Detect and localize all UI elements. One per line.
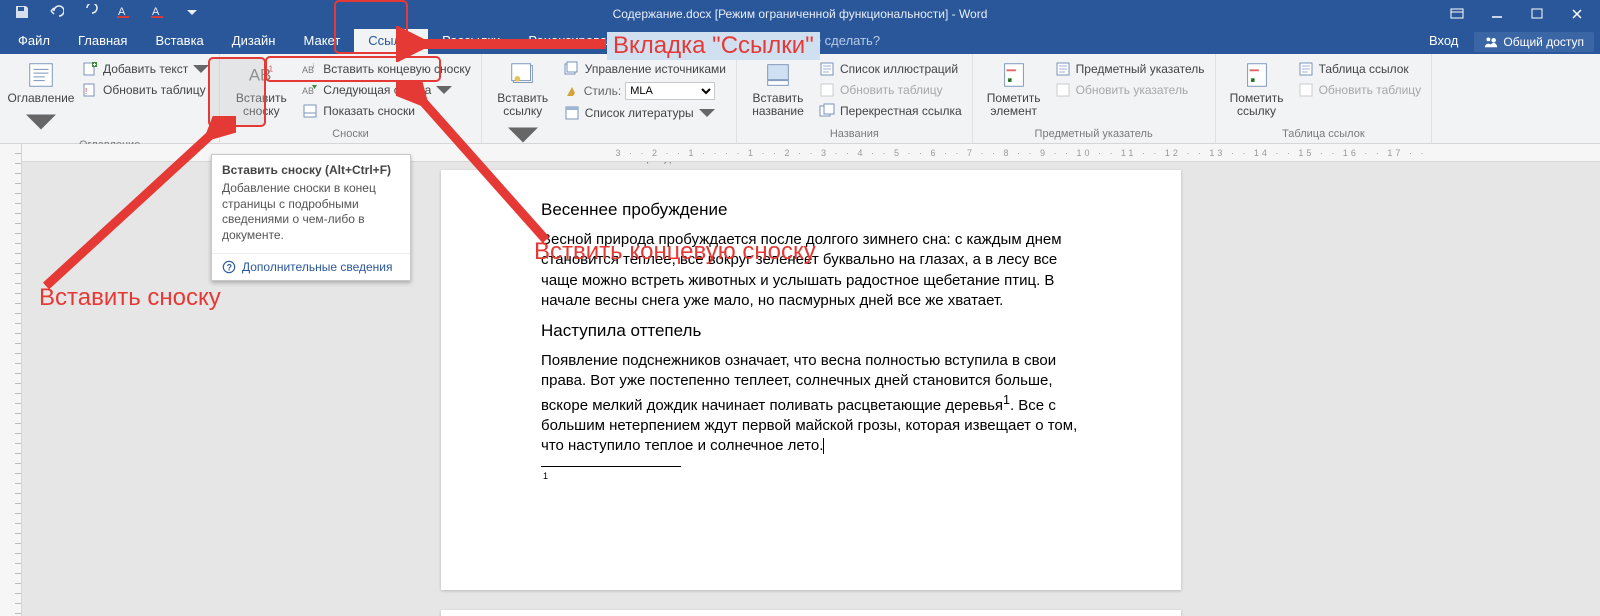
window-title: Содержание.docx [Режим ограниченной функ… <box>613 7 988 21</box>
citation-style-select[interactable]: Стиль: MLA <box>562 81 728 101</box>
update-toc-button[interactable]: ! Обновить таблицу <box>80 81 211 99</box>
ribbon-options-icon[interactable] <box>1440 4 1474 24</box>
vertical-ruler <box>0 144 22 616</box>
insert-citation-button[interactable]: Вставить ссылку <box>490 60 556 150</box>
mark-entry-button[interactable]: Пометить элемент <box>981 60 1047 118</box>
insert-footnote-button[interactable]: AB1 Вставить сноску <box>228 60 294 118</box>
window-controls <box>1440 4 1594 24</box>
insert-toa-button[interactable]: Таблица ссылок <box>1296 60 1424 78</box>
heading-1: Весеннее пробуждение <box>541 200 1081 220</box>
svg-text:?: ? <box>227 263 232 273</box>
ribbon-tabs: Файл Главная Вставка Дизайн Макет Ссылки… <box>0 28 1600 54</box>
sign-in[interactable]: Вход <box>1419 29 1468 54</box>
minimize-icon[interactable] <box>1480 4 1514 24</box>
qat-dropdown-icon[interactable] <box>184 4 200 25</box>
group-label-toa: Таблица ссылок <box>1224 126 1424 143</box>
tab-design[interactable]: Дизайн <box>218 29 290 54</box>
quick-access-toolbar: A A <box>0 4 200 25</box>
bibliography-button[interactable]: Список литературы <box>562 104 728 122</box>
svg-text:!: ! <box>85 87 87 96</box>
footnote-separator <box>541 466 681 467</box>
page[interactable]: Весеннее пробуждение Весной природа проб… <box>441 170 1181 590</box>
group-toa: Пометить ссылку Таблица ссылок Обновить … <box>1216 54 1433 143</box>
svg-text:AB: AB <box>302 86 314 96</box>
font-color-icon[interactable]: A <box>116 4 132 25</box>
svg-text:1: 1 <box>269 63 274 73</box>
tell-me-search[interactable]: Что вы хотите сделать? <box>706 29 890 54</box>
group-label-index: Предметный указатель <box>981 126 1207 143</box>
share-button[interactable]: Общий доступ <box>1474 32 1594 52</box>
tab-layout[interactable]: Макет <box>289 29 354 54</box>
update-table-button: Обновить таблицу <box>817 81 964 99</box>
citation-style-dropdown[interactable]: MLA <box>625 82 715 100</box>
tab-home[interactable]: Главная <box>64 29 141 54</box>
group-citations: Вставить ссылку Управление источниками С… <box>482 54 737 143</box>
tooltip-title: Вставить сноску (Alt+Ctrl+F) <box>212 155 410 181</box>
group-toc: Оглавление Добавить текст ! Обновить таб… <box>0 54 220 143</box>
tooltip-more-link[interactable]: ? Дополнительные сведения <box>212 253 410 280</box>
ribbon: Оглавление Добавить текст ! Обновить таб… <box>0 54 1600 144</box>
text-cursor <box>823 438 824 454</box>
redo-icon[interactable] <box>82 4 98 25</box>
tooltip-body: Добавление сноски в конец страницы с под… <box>212 181 410 253</box>
table-of-figures-button[interactable]: Список иллюстраций <box>817 60 964 78</box>
update-toa-button: Обновить таблицу <box>1296 81 1424 99</box>
toc-button[interactable]: Оглавление <box>8 60 74 137</box>
svg-text:i: i <box>313 64 314 70</box>
save-icon[interactable] <box>14 4 30 25</box>
group-captions: Вставить название Список иллюстраций Обн… <box>737 54 973 143</box>
footnote-marker: 1 <box>543 471 1083 481</box>
update-index-button: Обновить указатель <box>1053 81 1207 99</box>
tab-view[interactable]: Вид <box>643 29 695 54</box>
insert-index-button[interactable]: Предметный указатель <box>1053 60 1207 78</box>
page-next-peek <box>441 610 1181 616</box>
group-index: Пометить элемент Предметный указатель Об… <box>973 54 1216 143</box>
tab-mailings[interactable]: Рассылки <box>428 29 514 54</box>
show-footnotes-button[interactable]: Показать сноски <box>300 102 472 120</box>
group-footnotes: AB1 Вставить сноску ABi Вставить концеву… <box>220 54 481 143</box>
heading-2: Наступила оттепель <box>541 321 1081 341</box>
undo-icon[interactable] <box>48 4 64 25</box>
mark-citation-button[interactable]: Пометить ссылку <box>1224 60 1290 118</box>
font-color-icon-2[interactable]: A <box>150 4 166 25</box>
tab-insert[interactable]: Вставка <box>141 29 217 54</box>
tooltip-insert-footnote: Вставить сноску (Alt+Ctrl+F) Добавление … <box>211 154 411 281</box>
cross-reference-button[interactable]: Перекрестная ссылка <box>817 102 964 120</box>
footnote-ref: 1 <box>1003 393 1010 407</box>
manage-sources-button[interactable]: Управление источниками <box>562 60 728 78</box>
paragraph-2: Появление подснежников означает, что вес… <box>541 351 1081 456</box>
maximize-icon[interactable] <box>1520 4 1554 24</box>
next-footnote-button[interactable]: AB Следующая сноска <box>300 81 472 99</box>
group-label-captions: Названия <box>745 126 964 143</box>
group-label-footnotes: Сноски <box>228 126 472 143</box>
tab-file[interactable]: Файл <box>4 29 64 54</box>
insert-endnote-button[interactable]: ABi Вставить концевую сноску <box>300 60 472 78</box>
insert-caption-button[interactable]: Вставить название <box>745 60 811 118</box>
tab-review[interactable]: Рецензирование <box>514 29 642 54</box>
title-bar: A A Содержание.docx [Режим ограниченной … <box>0 0 1600 28</box>
tab-references[interactable]: Ссылки <box>354 29 428 54</box>
add-text-button[interactable]: Добавить текст <box>80 60 211 78</box>
close-icon[interactable] <box>1560 4 1594 24</box>
paragraph-1: Весной природа пробуждается после долгог… <box>541 230 1081 311</box>
